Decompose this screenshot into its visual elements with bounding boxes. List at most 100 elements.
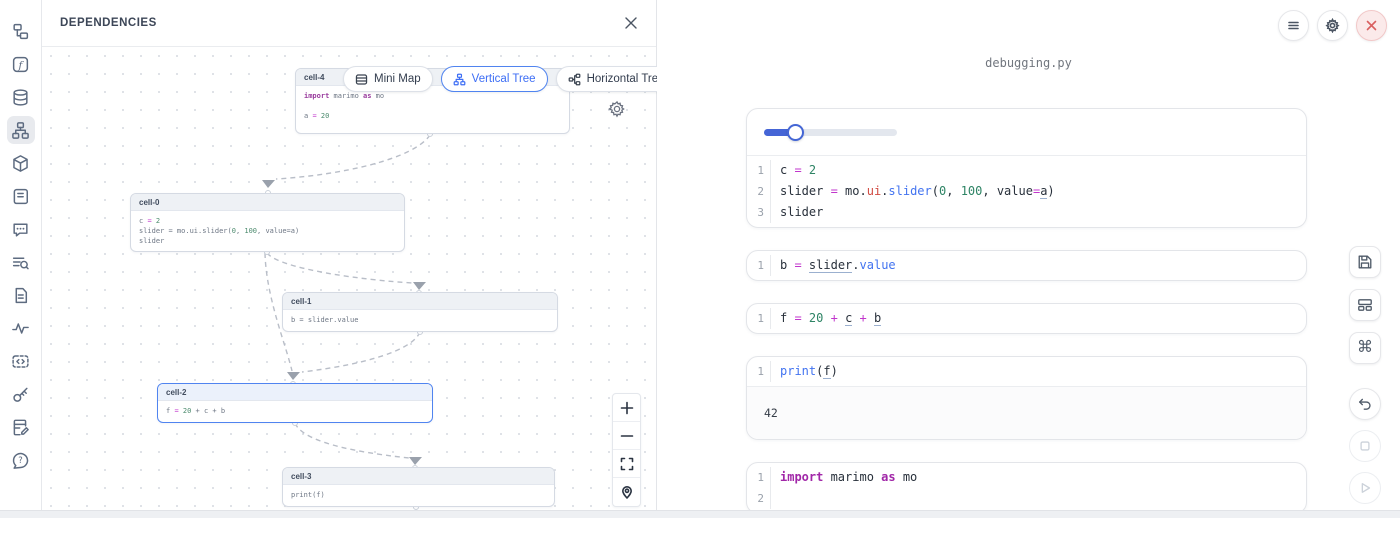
file-tree-icon (11, 22, 30, 41)
graph-node-cell-2[interactable]: cell-2f = 20 + c + b (157, 383, 433, 423)
layout-button[interactable] (1349, 289, 1381, 321)
line-number: 1 (747, 160, 771, 181)
close-icon (624, 16, 638, 30)
notebook-cell: 1b = slider.value (746, 250, 1307, 281)
dependency-graph-canvas[interactable]: cell-4import marimo as mo a = 20cell-0c … (42, 47, 657, 510)
panel-close-button[interactable] (624, 16, 638, 30)
cell-output-slider (747, 109, 1306, 156)
sidebar-item-dependencies[interactable] (7, 116, 35, 144)
code-line: 2slider = mo.ui.slider(0, 100, value=a) (747, 181, 1306, 202)
zoom-out-button[interactable] (613, 422, 640, 450)
sidebar-item-help[interactable]: ? (7, 446, 35, 474)
slider-widget[interactable] (764, 124, 897, 141)
view-button-label: Horizontal Tree (587, 73, 657, 85)
slider-track[interactable] (764, 129, 897, 136)
close-icon (1364, 18, 1379, 33)
slider-handle[interactable] (787, 124, 804, 141)
cell-editor[interactable]: 1print(f) (747, 357, 1306, 386)
graph-node-title: cell-0 (131, 194, 404, 211)
notebook-filename: debugging.py (657, 56, 1400, 70)
code-line: 2 (747, 488, 1306, 509)
fit-view-button[interactable] (613, 450, 640, 478)
stop-icon (1357, 438, 1373, 454)
tracing-icon (11, 319, 30, 338)
sidebar-item-snippets[interactable] (7, 347, 35, 375)
view-button-minimap[interactable]: Mini Map (343, 66, 433, 92)
undo-icon (1357, 396, 1373, 412)
cell-editor[interactable]: 1f = 20 + c + b (747, 304, 1306, 333)
save-button[interactable] (1349, 246, 1381, 278)
settings-button[interactable] (1317, 10, 1348, 41)
code-text: slider = mo.ui.slider(0, 100, value=a) (780, 181, 1055, 202)
edge-cell2-cell3 (295, 423, 409, 458)
notebook-cell: 1 c = 22slider = mo.ui.slider(0, 100, val… (746, 108, 1307, 228)
plus-icon (620, 401, 634, 415)
view-button-vertical-tree[interactable]: Vertical Tree (441, 66, 548, 92)
code-line: 1 c = 2 (747, 160, 1306, 181)
dependencies-panel-header: DEPENDENCIES (42, 0, 656, 47)
sidebar-item-scratchpad[interactable] (7, 413, 35, 441)
notebook-action-rail: ⌘ (1349, 246, 1381, 514)
line-number: 1 (747, 467, 771, 488)
code-line: 1import marimo as mo (747, 467, 1306, 488)
cell-editor[interactable]: 1 c = 22slider = mo.ui.slider(0, 100, val… (747, 156, 1306, 227)
undo-button[interactable] (1349, 388, 1381, 420)
bottom-status-strip (0, 510, 1400, 518)
graph-node-title: cell-2 (158, 384, 432, 401)
graph-zoom-controls (612, 393, 641, 507)
view-button-horizontal-tree[interactable]: Horizontal Tree (556, 66, 657, 92)
run-button[interactable] (1349, 472, 1381, 504)
shutdown-button[interactable] (1356, 10, 1387, 41)
interrupt-button[interactable] (1349, 430, 1381, 462)
cell-editor[interactable]: 1import marimo as mo2 (747, 463, 1306, 513)
notebook-cell: 1print(f)42 (746, 356, 1307, 440)
view-button-label: Mini Map (374, 73, 421, 85)
sidebar-item-documentation[interactable] (7, 281, 35, 309)
notebook-cells: 1c = 22slider = mo.ui.slider(0, 100, val… (746, 108, 1307, 536)
cell-output: 42 (747, 386, 1306, 439)
help-icon: ? (11, 451, 30, 470)
sidebar-item-packages[interactable] (7, 149, 35, 177)
edge-cell0-cell1 (267, 253, 413, 283)
line-number: 1 (747, 255, 771, 276)
notebook-cell: 1import marimo as mo2 (746, 462, 1307, 514)
vertical-tree-icon (453, 73, 466, 86)
sidebar-item-outline-search[interactable] (7, 248, 35, 276)
sidebar-item-logs[interactable] (7, 182, 35, 210)
command-icon: ⌘ (1357, 340, 1373, 356)
sidebar-item-file-tree[interactable] (7, 17, 35, 45)
secrets-icon (11, 385, 30, 404)
locate-button[interactable] (613, 478, 640, 506)
dependencies-icon (11, 121, 30, 140)
graph-node-code: print(f) (283, 485, 554, 505)
menu-button[interactable] (1278, 10, 1309, 41)
code-text: f = 20 + c + b (780, 308, 881, 329)
graph-settings-button[interactable] (608, 100, 626, 121)
outline-search-icon (11, 253, 30, 272)
sidebar-item-secrets[interactable] (7, 380, 35, 408)
expand-icon (620, 457, 634, 471)
documentation-icon (11, 286, 30, 305)
cell-editor[interactable]: 1b = slider.value (747, 251, 1306, 280)
graph-node-cell-3[interactable]: cell-3print(f) (282, 467, 555, 507)
graph-view-toolbar: Mini Map Vertical Tree Horizontal Tree (343, 66, 657, 92)
menu-icon (1286, 18, 1301, 33)
graph-node-cell-0[interactable]: cell-0c = 2slider = mo.ui.slider(0, 100,… (130, 193, 405, 252)
scratchpad-icon (11, 418, 30, 437)
zoom-in-button[interactable] (613, 394, 640, 422)
pin-icon (620, 485, 634, 499)
horizontal-tree-icon (568, 73, 581, 86)
sidebar-item-tracing[interactable] (7, 314, 35, 342)
layout-icon (1357, 297, 1373, 313)
edge-cell1-cell2 (302, 332, 420, 372)
logs-icon (11, 187, 30, 206)
graph-node-cell-1[interactable]: cell-1b = slider.value (282, 292, 558, 332)
line-number: 1 (747, 361, 771, 382)
code-text: c = 2 (780, 160, 816, 181)
gear-icon (1325, 18, 1340, 33)
line-number: 3 (747, 202, 771, 223)
sidebar-item-chat[interactable] (7, 215, 35, 243)
sidebar-item-functions[interactable]: f (7, 50, 35, 78)
keyboard-shortcuts-button[interactable]: ⌘ (1349, 332, 1381, 364)
sidebar-item-datasources[interactable] (7, 83, 35, 111)
